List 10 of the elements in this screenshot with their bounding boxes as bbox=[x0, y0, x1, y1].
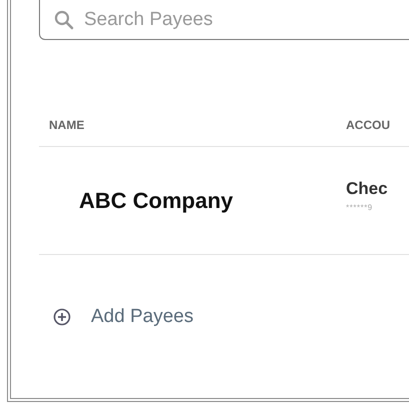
plus-circle-icon bbox=[53, 308, 71, 326]
payee-name: ABC Company bbox=[78, 188, 234, 214]
column-header: ACCOU bbox=[346, 118, 390, 132]
account-number: ******9 bbox=[346, 203, 374, 212]
search-field[interactable]: Search Payees bbox=[39, 0, 409, 40]
column-header: NAME bbox=[49, 118, 86, 132]
account-name: Chec bbox=[346, 179, 388, 199]
search-input[interactable]: Search Payees bbox=[84, 8, 384, 30]
add-payees-button[interactable]: Add Payees bbox=[39, 305, 200, 329]
search-icon bbox=[54, 10, 74, 30]
